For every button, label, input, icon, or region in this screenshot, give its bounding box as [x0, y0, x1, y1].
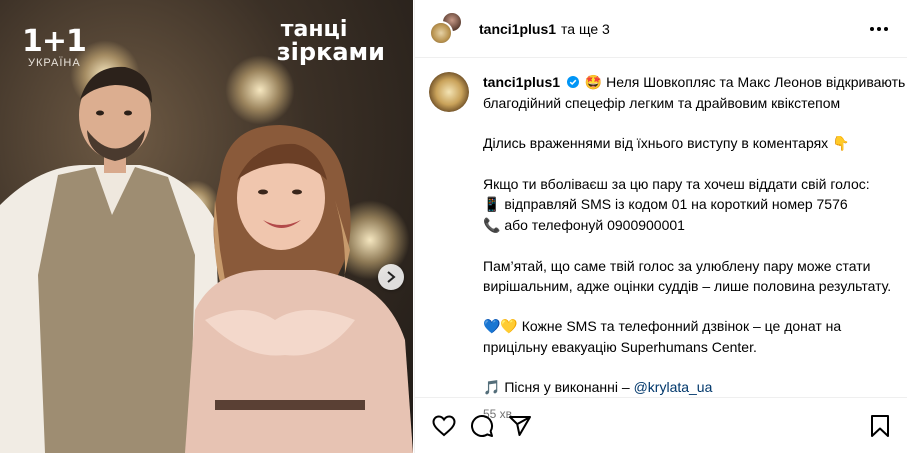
- caption-text: Якщо ти вболіваєш за цю пару та хочеш ві…: [483, 176, 870, 192]
- mention-link[interactable]: @krylata_ua: [634, 379, 713, 395]
- like-button[interactable]: [431, 413, 457, 439]
- caption-text: Пам’ятай, що саме твій голос за улюблену…: [483, 258, 871, 274]
- pointing-down-emoji: 👇: [832, 136, 850, 152]
- star-eyes-emoji: 🤩: [584, 75, 603, 91]
- music-emoji: 🎵: [483, 380, 501, 396]
- header-username[interactable]: tanci1plus1: [479, 21, 556, 37]
- like-icon: [432, 414, 456, 436]
- post-image[interactable]: 1+1 УКРАЇНА танці зірками: [0, 0, 413, 453]
- caption-text: відправляй SMS із кодом 01 на короткий н…: [504, 196, 848, 212]
- telephone-emoji: 📞: [483, 218, 501, 234]
- caption-text: або телефонуй 0900900001: [504, 217, 685, 233]
- comment-button[interactable]: [469, 413, 495, 439]
- caption-text: прицільну евакуацію Superhumans Center.: [483, 339, 757, 355]
- hearts-emoji: 💙💛: [483, 319, 518, 335]
- post-side-panel: tanci1plus1 та ще 3 tanci1plus1 🤩 Неля Ш…: [414, 0, 907, 453]
- more-options-button[interactable]: [867, 17, 891, 41]
- post-header: tanci1plus1 та ще 3: [415, 0, 907, 58]
- channel-logo: 1+1: [22, 24, 87, 59]
- more-icon: [870, 26, 888, 31]
- header-coauthors[interactable]: та ще 3: [561, 21, 610, 37]
- coauthor-avatars[interactable]: [429, 10, 465, 47]
- save-icon: [871, 414, 889, 437]
- caption-line: 🎵 Пісня у виконанні – @krylata_ua: [483, 377, 903, 398]
- caption-line: 📞 або телефонуй 0900900001: [483, 215, 903, 236]
- post-actions: [415, 397, 907, 453]
- caption-text: вирішальним, адже оцінки суддів – лише п…: [483, 278, 892, 294]
- share-icon: [509, 415, 531, 436]
- woman-figure: [185, 125, 413, 453]
- caption-line: 💙💛 Кожне SMS та телефонний дзвінок – це …: [483, 316, 903, 337]
- comment-icon: [471, 414, 494, 437]
- caption-username[interactable]: tanci1plus1: [483, 74, 560, 90]
- verified-icon: [566, 76, 579, 88]
- post-caption: tanci1plus1 🤩 Неля Шовкопляс та Макс Лео…: [429, 72, 905, 424]
- share-button[interactable]: [507, 413, 533, 439]
- show-logo-line2: зірками: [276, 37, 385, 66]
- avatar: [429, 20, 453, 45]
- avatar[interactable]: [429, 72, 469, 112]
- next-arrow-icon: [387, 271, 396, 283]
- caption-line: Ділись враженнями від їхнього виступу в …: [483, 133, 903, 154]
- caption-line: tanci1plus1 🤩 Неля Шовкопляс та Макс Лео…: [483, 72, 906, 93]
- caption-line: 📱 відправляй SMS із кодом 01 на короткий…: [483, 194, 903, 215]
- carousel-next-button[interactable]: [378, 264, 404, 290]
- caption-text: Кожне SMS та телефонний дзвінок – це дон…: [521, 318, 842, 334]
- caption-text: благодійний спецефір легким та драйвовим…: [483, 95, 841, 111]
- save-button[interactable]: [867, 413, 893, 439]
- phone-emoji: 📱: [483, 197, 501, 213]
- show-logo: танці зірками: [276, 19, 385, 66]
- caption-text: Неля Шовкопляс та Макс Леонов відкривают…: [606, 74, 906, 90]
- caption-body: tanci1plus1 🤩 Неля Шовкопляс та Макс Лео…: [483, 72, 906, 424]
- caption-text: Ділись враженнями від їхнього виступу в …: [483, 135, 829, 151]
- caption-text: Пісня у виконанні –: [504, 379, 630, 395]
